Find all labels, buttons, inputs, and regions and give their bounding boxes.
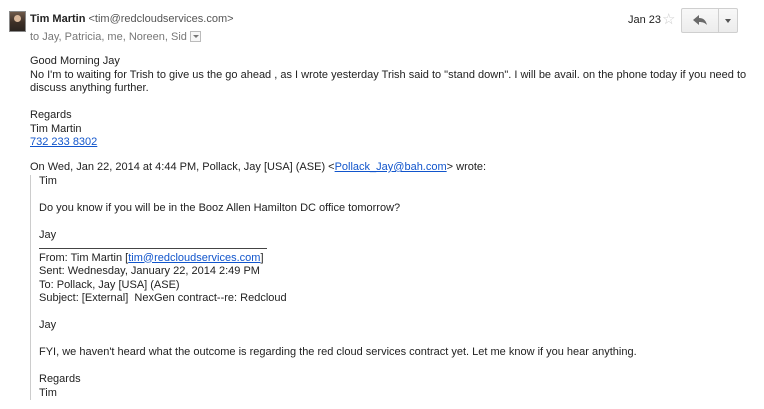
- quote-email-link[interactable]: Pollack_Jay@bah.com: [335, 161, 447, 173]
- inner-salutation: Jay: [39, 319, 57, 331]
- greeting: Good Morning Jay: [30, 55, 120, 67]
- reply-button[interactable]: [682, 9, 719, 32]
- message-body: Good Morning Jay No I'm to waiting for T…: [30, 55, 750, 150]
- regards: Regards: [30, 109, 72, 121]
- forwarded-to: To: Pollack, Jay [USA] (ASE): [39, 278, 180, 291]
- inner-signoff: Tim: [39, 386, 57, 399]
- recipients-line: to Jay, Patricia, me, Noreen, Sid: [30, 31, 201, 43]
- inner-body: FYI, we haven't heard what the outcome i…: [39, 346, 637, 358]
- star-icon[interactable]: ☆: [662, 10, 675, 28]
- recipients-details-icon[interactable]: [189, 31, 201, 42]
- message-header: Tim Martin <tim@redcloudservices.com> to…: [0, 0, 764, 50]
- quoted-message: Tim Do you know if you will be in the Bo…: [30, 175, 729, 400]
- from-email-link[interactable]: tim@redcloudservices.com: [128, 252, 260, 264]
- quote-header-prefix: On Wed, Jan 22, 2014 at 4:44 PM, Pollack…: [30, 161, 335, 173]
- from-prefix: From: Tim Martin [: [39, 251, 129, 264]
- sender-email: <tim@redcloudservices.com>: [88, 13, 234, 25]
- signature-name: Tim Martin: [30, 122, 82, 135]
- quote-divider: [39, 247, 267, 249]
- signature-phone-link[interactable]: 732 233 8302: [30, 136, 97, 148]
- forwarded-sent: Sent: Wednesday, January 22, 2014 2:49 P…: [39, 265, 260, 277]
- quote-signoff: Jay: [39, 229, 57, 241]
- forwarded-header: From: Tim Martin [tim@redcloudservices.c…: [39, 252, 729, 306]
- quote-salutation: Tim: [39, 175, 57, 187]
- quote-question: Do you know if you will be in the Booz A…: [39, 202, 401, 214]
- body-line-2: discuss anything further.: [30, 82, 149, 94]
- sender-avatar[interactable]: [9, 11, 26, 32]
- message-date: Jan 23: [628, 14, 662, 26]
- quote-attribution: On Wed, Jan 22, 2014 at 4:44 PM, Pollack…: [30, 161, 486, 173]
- body-line-1: No I'm to waiting for Trish to give us t…: [30, 68, 747, 81]
- reply-button-group: [681, 8, 738, 33]
- forwarded-from: From: Tim Martin [tim@redcloudservices.c…: [39, 252, 729, 266]
- more-options-button[interactable]: [719, 9, 737, 32]
- reply-arrow-icon: [693, 15, 707, 25]
- quote-header-suffix: > wrote:: [446, 161, 487, 173]
- sender-line: Tim Martin <tim@redcloudservices.com>: [30, 13, 234, 25]
- forwarded-subject: Subject: [External] NexGen contract--re:…: [39, 292, 287, 304]
- inner-regards: Regards: [39, 373, 81, 385]
- from-suffix: ]: [260, 251, 264, 264]
- recipients-text: to Jay, Patricia, me, Noreen, Sid: [30, 31, 187, 43]
- sender-name[interactable]: Tim Martin: [30, 13, 85, 25]
